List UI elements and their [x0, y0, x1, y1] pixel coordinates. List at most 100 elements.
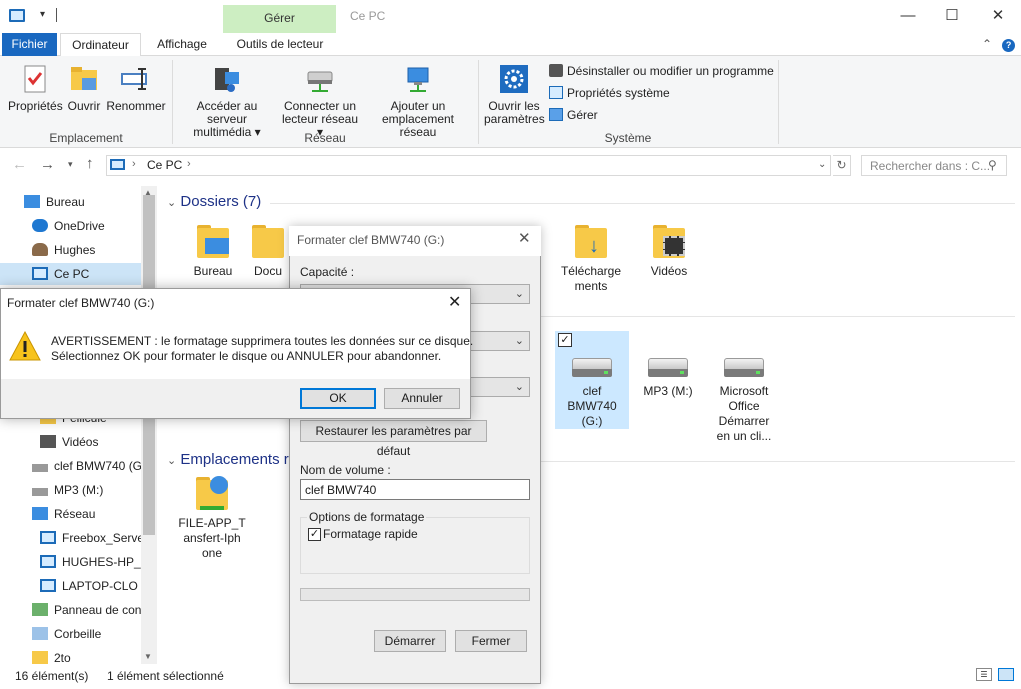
- system-properties-item[interactable]: Propriétés système: [549, 86, 670, 100]
- large-icons-view-icon[interactable]: [998, 668, 1014, 681]
- search-input[interactable]: Rechercher dans : C...: [861, 155, 1007, 176]
- folders-header[interactable]: ⌄ Dossiers (7): [167, 193, 261, 210]
- ribbon-controls: ⌃ ?: [982, 37, 1016, 52]
- format-options-label: Options de formatage: [307, 510, 427, 524]
- network-computer-icon: [40, 531, 56, 544]
- selection-count: 1 élément sélectionné: [107, 669, 224, 683]
- restore-defaults-button[interactable]: Restaurer les paramètres par défaut: [300, 420, 487, 458]
- uninstall-program-item[interactable]: Désinstaller ou modifier un programme: [549, 64, 774, 78]
- chevron-down-icon: ⌄: [167, 197, 177, 209]
- system-properties-icon: [549, 86, 563, 99]
- ok-button[interactable]: OK: [300, 388, 376, 409]
- chevron-down-icon: ⌄: [514, 335, 524, 347]
- format-dialog-title: Formater clef BMW740 (G:): [297, 233, 445, 247]
- network-icon: [32, 507, 48, 520]
- start-button[interactable]: Démarrer: [374, 630, 446, 652]
- properties-button[interactable]: Propriétés: [8, 64, 63, 113]
- maximize-button[interactable]: ☐: [942, 6, 962, 26]
- drive-icon: [32, 464, 48, 472]
- nav-item-hughes-hp[interactable]: HUGHES-HP_P: [40, 551, 141, 573]
- help-icon[interactable]: ?: [1002, 39, 1016, 52]
- quick-format-label: Formatage rapide: [323, 527, 418, 541]
- close-dialog-button[interactable]: Fermer: [455, 630, 527, 652]
- drive-clef-bmw740[interactable]: clef BMW740 (G:): [552, 356, 632, 429]
- add-network-location-button[interactable]: Ajouter un emplacement réseau: [364, 64, 472, 139]
- chevron-down-icon: ⌄: [167, 455, 177, 467]
- computer-icon[interactable]: [9, 9, 25, 22]
- nav-item-freebox-server[interactable]: Freebox_Server: [40, 527, 141, 549]
- warning-icon: [9, 331, 41, 361]
- window-title: Ce PC: [350, 9, 386, 23]
- open-settings-button[interactable]: Ouvrir les paramètres: [484, 64, 545, 126]
- drive-microsoft-office[interactable]: Microsoft Office Démarrer en un cli...: [704, 356, 784, 444]
- folder-documents[interactable]: Docu: [248, 224, 288, 279]
- folder-bureau[interactable]: Bureau: [178, 224, 248, 279]
- media-server-button[interactable]: Accéder au serveur multimédia ▾: [178, 64, 276, 139]
- nav-item-clef-bmw740[interactable]: clef BMW740 (G:: [32, 455, 141, 477]
- back-arrow-icon[interactable]: ←: [12, 156, 27, 173]
- refresh-icon[interactable]: ↻: [833, 155, 851, 176]
- quick-access-dropdown-icon[interactable]: ▾: [40, 9, 45, 20]
- nav-item-ce-pc[interactable]: Ce PC: [32, 263, 141, 285]
- folder-icon: [193, 224, 233, 260]
- nav-item-bureau[interactable]: Bureau: [24, 191, 141, 213]
- minimize-button[interactable]: —: [898, 6, 918, 26]
- warning-close-icon[interactable]: ✕: [448, 292, 461, 312]
- search-icon: ⚲: [988, 158, 997, 172]
- rename-button[interactable]: Renommer: [106, 64, 166, 113]
- nav-item-videos[interactable]: Vidéos: [40, 431, 141, 453]
- folder-telechargements[interactable]: ↓ Télécharge ments: [556, 224, 626, 294]
- scroll-down-icon[interactable]: ▼: [144, 652, 152, 661]
- drive-icon: [646, 356, 690, 380]
- details-view-icon[interactable]: ☰: [976, 668, 992, 681]
- warning-message-line1: AVERTISSEMENT : le formatage supprimera …: [51, 334, 474, 348]
- folder-videos[interactable]: Vidéos: [634, 224, 704, 279]
- video-folder-icon: [40, 435, 56, 448]
- recent-locations-icon[interactable]: ▾: [68, 159, 73, 170]
- warning-dialog-title: Formater clef BMW740 (G:): [7, 296, 155, 310]
- forward-arrow-icon[interactable]: →: [40, 156, 55, 173]
- nav-item-panneau[interactable]: Panneau de con: [32, 599, 141, 621]
- quick-access-separator: [56, 8, 57, 22]
- chevron-right-icon: ›: [132, 158, 136, 170]
- nav-item-mp3[interactable]: MP3 (M:): [32, 479, 141, 501]
- nav-item-corbeille[interactable]: Corbeille: [32, 623, 141, 645]
- ribbon-separator: [778, 60, 779, 144]
- close-button[interactable]: ✕: [988, 6, 1008, 26]
- section-divider: [540, 461, 1015, 462]
- quick-format-checkbox[interactable]: ✓: [308, 528, 321, 541]
- video-folder-icon: [649, 224, 689, 260]
- address-dropdown-icon[interactable]: ⌄: [818, 159, 826, 170]
- nav-item-laptop[interactable]: LAPTOP-CLO: [40, 575, 141, 597]
- folder-open-icon: [71, 67, 97, 90]
- tab-outils-de-lecteur[interactable]: Outils de lecteur: [224, 33, 336, 56]
- collapse-ribbon-icon[interactable]: ⌃: [982, 37, 992, 51]
- manage-item[interactable]: Gérer: [549, 108, 598, 122]
- folder-icon: [248, 224, 288, 260]
- network-locations-header[interactable]: ⌄ Emplacements r: [167, 451, 289, 468]
- cancel-button[interactable]: Annuler: [384, 388, 460, 409]
- nav-item-onedrive[interactable]: OneDrive: [32, 215, 141, 237]
- manage-computer-icon: [549, 108, 563, 121]
- tab-ordinateur[interactable]: Ordinateur: [60, 33, 141, 57]
- up-arrow-icon[interactable]: ↑: [86, 155, 94, 172]
- network-computer-icon: [40, 579, 56, 592]
- network-item-file-app[interactable]: FILE-APP_T ansfert-Iph one: [177, 476, 247, 561]
- chevron-down-icon: ⌄: [514, 381, 524, 393]
- nav-item-reseau[interactable]: Réseau: [32, 503, 141, 525]
- map-network-drive-button[interactable]: Connecter un lecteur réseau ▾: [278, 64, 362, 139]
- open-button[interactable]: Ouvrir: [66, 64, 102, 113]
- section-divider: [540, 316, 1015, 317]
- capacity-label: Capacité :: [300, 265, 355, 279]
- volume-name-input[interactable]: clef BMW740: [300, 479, 530, 500]
- tab-fichier[interactable]: Fichier: [2, 33, 57, 56]
- user-icon: [32, 243, 48, 256]
- breadcrumb[interactable]: Ce PC: [147, 158, 182, 172]
- nav-item-hughes[interactable]: Hughes: [32, 239, 141, 261]
- network-location-icon: [407, 67, 429, 92]
- selection-checkbox[interactable]: ✓: [558, 333, 572, 347]
- address-bar[interactable]: [106, 155, 831, 176]
- tab-affichage[interactable]: Affichage: [146, 33, 218, 56]
- format-dialog-close-icon[interactable]: ✕: [518, 229, 531, 247]
- drive-mp3[interactable]: MP3 (M:): [628, 356, 708, 399]
